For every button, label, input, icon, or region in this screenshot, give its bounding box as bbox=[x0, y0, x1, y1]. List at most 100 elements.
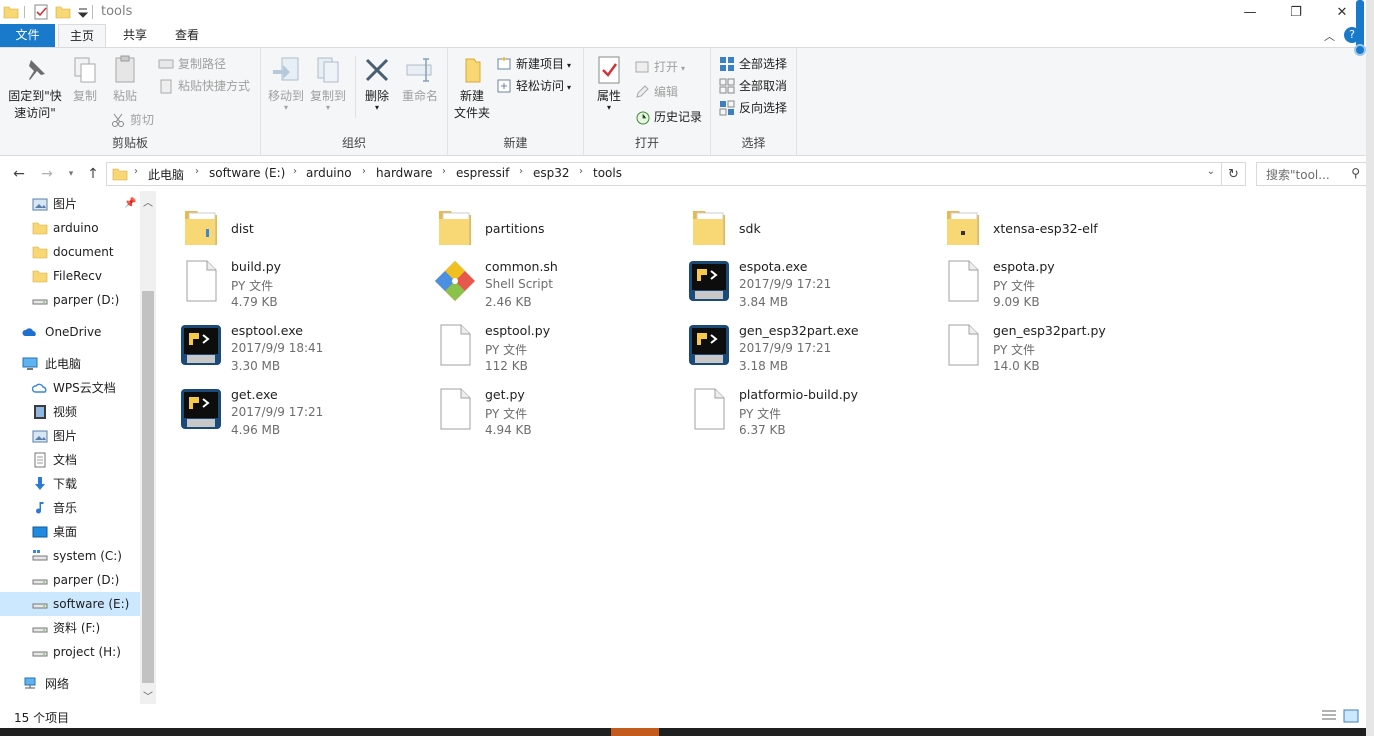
file-item-xtensa-esp32-elf[interactable]: xtensa-esp32-elf bbox=[919, 197, 1169, 253]
paste-button[interactable]: 粘贴 bbox=[106, 54, 144, 105]
rename-button[interactable]: 重命名 bbox=[397, 54, 443, 105]
nav-item-downloads[interactable]: 下载 bbox=[0, 472, 140, 496]
tab-home[interactable]: 主页 bbox=[58, 24, 106, 48]
select-none-button[interactable]: 全部取消 bbox=[719, 76, 787, 96]
nav-item-this-pc[interactable]: 此电脑 bbox=[0, 352, 140, 376]
nav-item-network[interactable]: 网络 bbox=[0, 672, 140, 696]
nav-item-system-c[interactable]: system (C:) bbox=[0, 544, 140, 568]
nav-item-document[interactable]: document bbox=[0, 240, 140, 264]
copy-button[interactable]: 复制 bbox=[66, 54, 104, 105]
new-item-button[interactable]: 新建项目 ▾ bbox=[496, 54, 571, 74]
properties-button[interactable]: 属性 ▾ bbox=[590, 54, 628, 112]
open-button[interactable]: 打开 ▾ bbox=[634, 57, 685, 77]
nav-item-parper-d[interactable]: parper (D:) bbox=[0, 568, 140, 592]
scroll-up-icon[interactable]: ︿ bbox=[143, 194, 153, 209]
breadcrumb-espressif[interactable]: espressif bbox=[456, 166, 509, 180]
file-item-common-sh[interactable]: common.sh Shell Script 2.46 KB bbox=[411, 251, 661, 309]
qat-dropdown-icon[interactable] bbox=[75, 4, 91, 20]
nav-label: software (E:) bbox=[53, 597, 130, 611]
pin-quick-access-button[interactable]: 固定到"快 速访问" bbox=[4, 54, 66, 122]
breadcrumb-hardware[interactable]: hardware bbox=[376, 166, 433, 180]
nav-item-music[interactable]: 音乐 bbox=[0, 496, 140, 520]
file-name: esptool.exe bbox=[231, 323, 303, 338]
breadcrumb-tools[interactable]: tools bbox=[593, 166, 622, 180]
large-icons-view-icon[interactable] bbox=[1343, 709, 1359, 723]
python-exe-icon bbox=[181, 389, 221, 429]
nav-item-project-h[interactable]: project (H:) bbox=[0, 640, 140, 664]
easy-access-button[interactable]: 轻松访问 ▾ bbox=[496, 76, 571, 96]
copy-to-button[interactable]: 复制到 ▾ bbox=[307, 54, 349, 112]
forward-arrow-icon[interactable]: → bbox=[38, 165, 56, 183]
select-group-label: 选择 bbox=[741, 136, 766, 150]
file-item-esptool-exe[interactable]: esptool.exe 2017/9/9 18:41 3.30 MB bbox=[157, 315, 407, 373]
nav-item-pictures-quick[interactable]: 图片 📌 bbox=[0, 192, 140, 216]
search-input[interactable]: 搜索"tool... ⚲ bbox=[1256, 162, 1367, 186]
cut-button[interactable]: 剪切 bbox=[110, 110, 154, 130]
address-dropdown-chevron-icon[interactable]: ⌄ bbox=[1207, 166, 1215, 177]
history-button[interactable]: 历史记录 bbox=[634, 107, 702, 127]
breadcrumb-arduino[interactable]: arduino bbox=[306, 166, 352, 180]
file-item-dist[interactable]: dist bbox=[157, 197, 407, 253]
nav-label: arduino bbox=[53, 221, 99, 235]
nav-item-ziliao-f[interactable]: 资料 (F:) bbox=[0, 616, 140, 640]
details-view-icon[interactable] bbox=[1321, 709, 1337, 723]
file-item-espota-py[interactable]: espota.py PY 文件 9.09 KB bbox=[919, 251, 1169, 309]
file-item-build-py[interactable]: build.py PY 文件 4.79 KB bbox=[157, 251, 407, 309]
tab-file[interactable]: 文件 bbox=[0, 24, 55, 47]
nav-item-filerecv[interactable]: FileRecv bbox=[0, 264, 140, 288]
python-exe-icon bbox=[689, 325, 729, 365]
navigation-pane: 图片 📌 arduino document FileRecv parper (D… bbox=[0, 191, 156, 704]
new-group-label: 新建 bbox=[503, 136, 528, 150]
nav-item-arduino[interactable]: arduino bbox=[0, 216, 140, 240]
nav-item-pictures[interactable]: 图片 bbox=[0, 424, 140, 448]
nav-item-documents[interactable]: 文档 bbox=[0, 448, 140, 472]
tab-share[interactable]: 共享 bbox=[112, 24, 158, 47]
file-item-esptool-py[interactable]: esptool.py PY 文件 112 KB bbox=[411, 315, 661, 373]
up-arrow-icon[interactable]: ↑ bbox=[84, 165, 102, 183]
paste-shortcut-button[interactable]: 粘贴快捷方式 bbox=[158, 76, 250, 96]
file-item-get-exe[interactable]: get.exe 2017/9/9 17:21 4.96 MB bbox=[157, 379, 407, 437]
breadcrumb-this-pc[interactable]: 此电脑 bbox=[148, 166, 184, 183]
nav-item-videos[interactable]: 视频 bbox=[0, 400, 140, 424]
scroll-down-icon[interactable]: ﹀ bbox=[143, 688, 153, 703]
delete-button[interactable]: 删除 ▾ bbox=[359, 54, 395, 112]
edit-button[interactable]: 编辑 bbox=[634, 82, 678, 102]
nav-item-software-e[interactable]: software (E:) bbox=[0, 592, 140, 616]
address-bar[interactable]: › 此电脑 › software (E:) › arduino › hardwa… bbox=[106, 162, 1222, 186]
move-to-button[interactable]: 移动到 ▾ bbox=[265, 54, 307, 112]
file-item-gen-esp32part-exe[interactable]: gen_esp32part.exe 2017/9/9 17:21 3.18 MB bbox=[665, 315, 915, 373]
minimize-button[interactable]: — bbox=[1227, 0, 1273, 24]
copy-path-button[interactable]: 复制路径 bbox=[158, 54, 226, 74]
breadcrumb-esp32[interactable]: esp32 bbox=[533, 166, 570, 180]
breadcrumb-software[interactable]: software (E:) bbox=[209, 166, 285, 180]
nav-item-wps-cloud[interactable]: WPS云文档 bbox=[0, 376, 140, 400]
collapse-ribbon-icon[interactable]: ︿ bbox=[1324, 28, 1335, 44]
back-arrow-icon[interactable]: ← bbox=[10, 165, 28, 183]
file-item-partitions[interactable]: partitions bbox=[411, 197, 661, 253]
file-date: 2017/9/9 17:21 bbox=[739, 341, 832, 355]
tab-view[interactable]: 查看 bbox=[164, 24, 210, 47]
nav-item-desktop[interactable]: 桌面 bbox=[0, 520, 140, 544]
copy-label: 复制 bbox=[72, 89, 97, 103]
desktop-icon bbox=[32, 526, 48, 538]
file-item-platformio-build-py[interactable]: platformio-build.py PY 文件 6.37 KB bbox=[665, 379, 915, 437]
breadcrumb-separator-icon: › bbox=[519, 166, 523, 177]
recent-locations-chevron-icon[interactable]: ▾ bbox=[62, 165, 80, 183]
nav-item-parper-quick[interactable]: parper (D:) bbox=[0, 288, 140, 312]
file-item-gen-esp32part-py[interactable]: gen_esp32part.py PY 文件 14.0 KB bbox=[919, 315, 1169, 373]
restore-button[interactable]: ❐ bbox=[1273, 0, 1319, 24]
nav-scroll-thumb[interactable] bbox=[142, 291, 154, 683]
invert-selection-button[interactable]: 反向选择 bbox=[719, 98, 787, 118]
nav-item-onedrive[interactable]: OneDrive bbox=[0, 320, 140, 344]
properties-qat-icon[interactable] bbox=[33, 4, 49, 20]
file-item-get-py[interactable]: get.py PY 文件 4.94 KB bbox=[411, 379, 661, 437]
taskbar-active-app[interactable] bbox=[611, 728, 659, 736]
new-folder-qat-icon[interactable] bbox=[55, 4, 71, 20]
file-item-sdk[interactable]: sdk bbox=[665, 197, 915, 253]
file-item-espota-exe[interactable]: espota.exe 2017/9/9 17:21 3.84 MB bbox=[665, 251, 915, 309]
file-name: platformio-build.py bbox=[739, 387, 859, 402]
nav-label: parper (D:) bbox=[53, 293, 120, 307]
select-all-button[interactable]: 全部选择 bbox=[719, 54, 787, 74]
new-folder-button[interactable]: 新建 文件夹 bbox=[452, 54, 492, 122]
refresh-icon[interactable]: ↻ bbox=[1222, 162, 1246, 186]
